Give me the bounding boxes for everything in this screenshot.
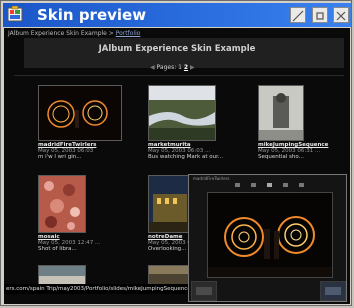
thumbnail-mosaic[interactable] (38, 175, 86, 233)
pager-page-link[interactable]: 2 (184, 64, 188, 71)
app-icon (7, 6, 23, 22)
river-image (149, 86, 215, 140)
previous-page-icon[interactable]: ◀ (150, 64, 155, 71)
breadcrumb-link-portfolio[interactable]: Portfolio (116, 30, 141, 37)
resize-button[interactable] (290, 7, 306, 23)
statue-image (259, 86, 303, 140)
filmstrip-image (321, 282, 345, 300)
thumbnail-river[interactable] (148, 85, 216, 141)
fire-image (39, 86, 121, 140)
skin-preview-window: Skin preview JAlbum Experience Skin Exam… (0, 0, 352, 306)
window-title: Skin preview (37, 6, 147, 24)
thumbnail-description: Overlooking... (148, 246, 187, 252)
breadcrumb-root: JAlbum Experience Skin Example > (8, 30, 114, 37)
thumbnail-night-city[interactable] (148, 175, 192, 233)
thumbnail-partial[interactable] (38, 265, 86, 285)
pager: ◀ Pages: 1 2 ▶ (150, 64, 195, 71)
close-button[interactable] (333, 7, 349, 23)
pager-current-page: 1 (178, 64, 182, 71)
mosaic-image (39, 176, 85, 232)
thumbnail-description: Sequential sho... (258, 154, 304, 160)
filmstrip-thumb[interactable] (320, 281, 346, 301)
night-city-image (149, 176, 191, 232)
thumbnail-description: Shot of libra... (38, 246, 77, 252)
restore-icon (316, 12, 324, 20)
next-page-icon[interactable]: ▶ (190, 64, 195, 71)
diagonal-resize-icon (292, 10, 304, 22)
page-title: JAlbum Experience Skin Example (98, 44, 256, 54)
thumbnail-partial[interactable] (148, 265, 192, 285)
thumbnail-description: Bus watching Mark at our... (148, 154, 224, 160)
landscape-image (149, 266, 191, 284)
thumbnail-description: m i'w l wri gin... (38, 154, 82, 160)
fire-image (208, 193, 332, 277)
filmstrip-image (192, 282, 216, 300)
slide-nav-icons[interactable] (229, 182, 309, 188)
pager-label: Pages: (156, 64, 177, 71)
thumbnail-fire[interactable] (38, 85, 122, 141)
slide-preview-popup[interactable]: madridFireTwirlers (188, 174, 347, 302)
landscape-image (39, 266, 85, 284)
close-icon (336, 11, 346, 21)
slide-image[interactable] (207, 192, 333, 278)
divider (14, 75, 344, 76)
breadcrumb: JAlbum Experience Skin Example > Portfol… (8, 30, 140, 37)
title-bar[interactable]: Skin preview (3, 3, 351, 27)
popup-title: madridFireTwirlers (193, 176, 230, 181)
maximize-button[interactable] (312, 7, 328, 23)
filmstrip-thumb[interactable] (191, 281, 217, 301)
status-bar: ers.com/spain Trip/may2003/Portfolio/sli… (4, 284, 190, 294)
thumbnail-statue[interactable] (258, 85, 304, 141)
